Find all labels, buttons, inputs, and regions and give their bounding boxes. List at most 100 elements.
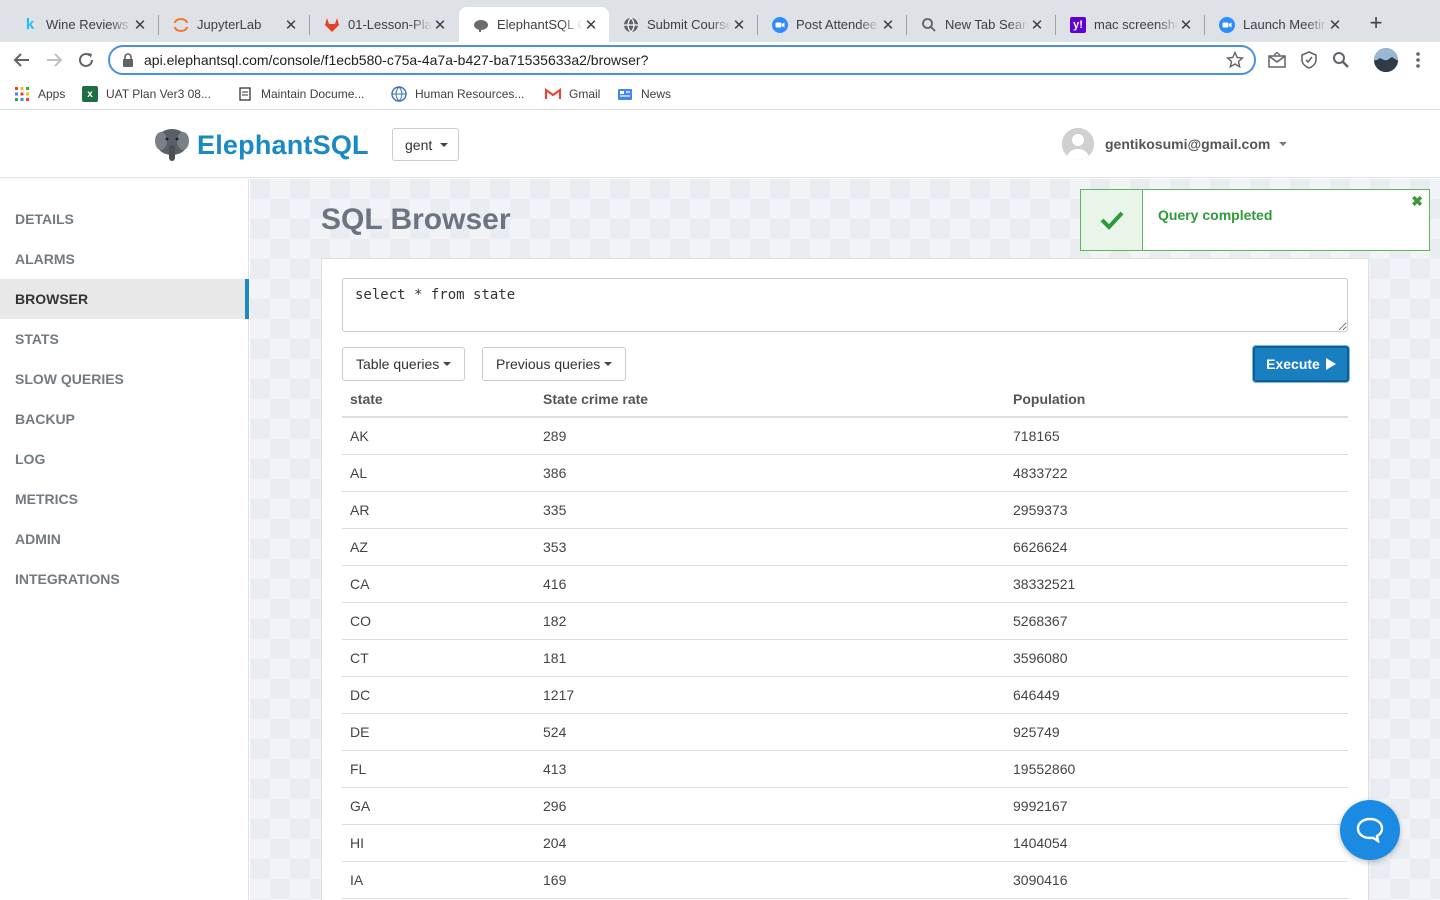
bookmark-news[interactable]: News	[617, 84, 671, 104]
gitlab-icon	[324, 17, 340, 33]
bookmark-maintain-documents[interactable]: Maintain Docume...	[237, 84, 364, 104]
table-row: AL 386 4833722	[342, 454, 1348, 492]
browser-tab[interactable]: Post Attendee ✕	[758, 7, 906, 42]
gmail-icon	[545, 86, 561, 102]
close-icon[interactable]: ✕	[283, 16, 299, 34]
close-icon[interactable]: ✕	[1178, 16, 1194, 34]
zoom-magnifier-icon[interactable]	[1331, 50, 1351, 70]
close-icon[interactable]: ✕	[880, 16, 896, 34]
tab-title: Wine Reviews |	[46, 17, 132, 32]
dropdown-label: Previous queries	[496, 356, 601, 372]
close-icon[interactable]: ✕	[432, 16, 448, 34]
forward-button[interactable]	[42, 48, 66, 72]
user-menu[interactable]: gentikosumi@gmail.com	[1062, 128, 1288, 160]
shield-extension-icon[interactable]	[1299, 50, 1319, 70]
sidebar-item-backup[interactable]: BACKUP	[0, 399, 249, 439]
column-header-state[interactable]: state	[342, 382, 535, 418]
execute-button[interactable]: Execute	[1253, 346, 1349, 382]
table-row: AZ 353 6626624	[342, 528, 1348, 566]
cell-population: 2959373	[1005, 491, 1348, 529]
profile-avatar-icon[interactable]	[1374, 48, 1398, 72]
column-header-crime-rate[interactable]: State crime rate	[535, 382, 1005, 418]
column-header-population[interactable]: Population	[1005, 382, 1348, 418]
bookmark-human-resources[interactable]: Human Resources...	[391, 84, 524, 104]
instance-select[interactable]: gent	[392, 128, 459, 161]
lock-icon	[123, 53, 133, 67]
sidebar-item-alarms[interactable]: ALARMS	[0, 239, 249, 279]
cell-population: 3596080	[1005, 639, 1348, 677]
mail-extension-icon[interactable]	[1267, 50, 1287, 70]
jupyter-icon	[173, 17, 189, 33]
sidebar-item-slow-queries[interactable]: SLOW QUERIES	[0, 359, 249, 399]
bookmark-gmail[interactable]: Gmail	[545, 84, 600, 104]
close-icon[interactable]: ✕	[132, 16, 148, 34]
cell-state: CT	[342, 639, 535, 677]
caret-down-icon	[443, 362, 452, 366]
sidebar-item-metrics[interactable]: METRICS	[0, 479, 249, 519]
sidebar-item-details[interactable]: DETAILS	[0, 199, 249, 239]
caret-down-icon	[604, 362, 613, 366]
browser-tab[interactable]: Submit Course ✕	[609, 7, 757, 42]
caret-down-icon	[440, 142, 449, 147]
cell-state: CO	[342, 602, 535, 640]
tab-title: Post Attendee	[796, 17, 877, 32]
table-row: GA 296 9992167	[342, 787, 1348, 825]
back-button[interactable]	[10, 48, 34, 72]
browser-tab[interactable]: k Wine Reviews | ✕	[8, 7, 158, 42]
bookmark-uat-plan[interactable]: x UAT Plan Ver3 08...	[82, 84, 211, 104]
previous-queries-dropdown[interactable]: Previous queries	[482, 347, 627, 381]
brand-logo[interactable]: ElephantSQL	[155, 127, 369, 163]
sidebar-item-admin[interactable]: ADMIN	[0, 519, 249, 559]
sql-query-input[interactable]: select * from state	[342, 278, 1348, 332]
browser-tab[interactable]: 01-Lesson-Plan ✕	[310, 7, 458, 42]
browser-tab[interactable]: Launch Meetin ✕	[1205, 7, 1353, 42]
browser-tab-active[interactable]: ElephantSQL C ✕	[459, 7, 609, 42]
bookmark-star-icon[interactable]	[1225, 50, 1245, 74]
address-bar[interactable]: api.elephantsql.com/console/f1ecb580-c75…	[108, 45, 1256, 75]
sidebar-item-browser[interactable]: BROWSER	[0, 279, 249, 319]
arrow-right-icon	[47, 53, 63, 67]
cell-state: AK	[342, 417, 535, 455]
close-icon[interactable]: ✕	[583, 16, 599, 34]
sidebar-item-log[interactable]: LOG	[0, 439, 249, 479]
cell-state: AL	[342, 454, 535, 492]
cell-population: 718165	[1005, 417, 1348, 455]
table-row: CA 416 38332521	[342, 565, 1348, 603]
sidebar-item-integrations[interactable]: INTEGRATIONS	[0, 559, 249, 599]
execute-label: Execute	[1266, 356, 1320, 372]
search-icon	[921, 17, 937, 33]
browser-tab[interactable]: JupyterLab ✕	[159, 7, 309, 42]
tab-title: 01-Lesson-Plan	[348, 17, 432, 32]
tab-title: JupyterLab	[197, 17, 262, 32]
bookmark-label: Human Resources...	[415, 87, 525, 101]
cell-crime-rate: 204	[535, 824, 1005, 862]
browser-tab[interactable]: y! mac screensho ✕	[1056, 7, 1204, 42]
more-menu-icon[interactable]	[1408, 50, 1428, 70]
chat-support-button[interactable]	[1340, 800, 1400, 860]
close-icon[interactable]: ✕	[731, 16, 747, 34]
url-text: api.elephantsql.com/console/f1ecb580-c75…	[144, 52, 649, 68]
yahoo-icon: y!	[1070, 16, 1086, 33]
table-row: FL 413 19552860	[342, 750, 1348, 788]
new-tab-button[interactable]: +	[1364, 12, 1388, 36]
cell-crime-rate: 335	[535, 491, 1005, 529]
cell-state: FL	[342, 750, 535, 788]
tab-title: Submit Course	[647, 17, 731, 32]
close-icon[interactable]: ✕	[1029, 16, 1045, 34]
close-icon[interactable]: ✕	[1327, 16, 1343, 34]
play-icon	[1325, 358, 1336, 370]
sidebar-item-stats[interactable]: STATS	[0, 319, 249, 359]
apps-grid-icon	[14, 86, 30, 102]
reload-icon	[79, 52, 93, 67]
reload-button[interactable]	[74, 48, 98, 72]
results-table: state State crime rate Population AK 289 7…	[342, 382, 1348, 899]
document-icon	[237, 86, 253, 102]
bookmark-apps[interactable]: Apps	[14, 84, 65, 104]
results-body: AK 289 718165 AL 386 4833722 AR 335 2959373 AZ 353…	[342, 417, 1348, 899]
close-icon[interactable]: ✖	[1411, 193, 1423, 210]
browser-tab[interactable]: New Tab Searc ✕	[907, 7, 1055, 42]
table-queries-dropdown[interactable]: Table queries	[342, 347, 466, 381]
table-row: CT 181 3596080	[342, 639, 1348, 677]
bookmark-label: Maintain Docume...	[261, 87, 365, 101]
arrow-left-icon	[13, 53, 29, 67]
